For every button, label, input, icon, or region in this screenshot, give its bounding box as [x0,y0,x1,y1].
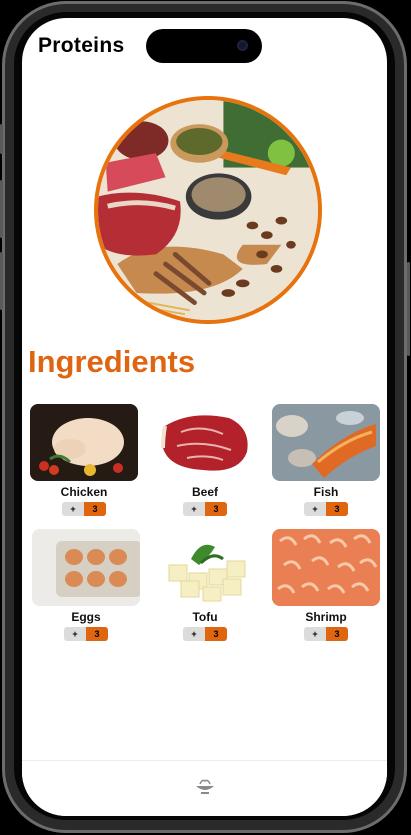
page-title: Proteins [38,34,125,57]
quantity-badge: 3 [326,502,348,516]
add-button[interactable]: + [183,502,205,516]
quantity-stepper: + 3 [62,502,106,516]
ingredient-name: Shrimp [305,610,347,624]
add-button[interactable]: + [62,502,84,516]
dynamic-island [146,29,262,63]
add-button[interactable]: + [64,627,86,641]
quantity-stepper: + 3 [183,502,227,516]
ingredient-name: Beef [191,485,218,499]
side-button [0,180,3,238]
ingredient-image [32,529,140,606]
side-button [0,124,3,154]
ingredient-image [272,529,380,606]
quantity-badge: 3 [86,627,108,641]
quantity-stepper: + 3 [183,627,227,641]
ingredient-name: Tofu [192,610,218,624]
ingredients-heading: Ingredients [28,344,196,379]
quantity-badge: 3 [84,502,106,516]
app-screen: Proteins Ingredients Chicken + 3 Beef + … [22,18,387,816]
bottom-tab-bar [22,760,387,816]
add-button[interactable]: + [183,627,205,641]
ingredient-card-eggs[interactable]: Eggs + 3 [32,529,140,642]
quantity-badge: 3 [205,627,227,641]
add-button[interactable]: + [304,502,326,516]
quantity-stepper: + 3 [64,627,108,641]
quantity-badge: 3 [326,627,348,641]
ingredient-card-tofu[interactable]: Tofu + 3 [151,529,259,642]
food-bowl-icon[interactable] [194,777,216,795]
ingredient-card-fish[interactable]: Fish + 3 [272,404,380,517]
ingredient-card-shrimp[interactable]: Shrimp + 3 [272,529,380,642]
ingredient-image [151,529,259,606]
protein-platter-illustration [98,100,318,320]
side-button [407,262,410,356]
ingredient-name: Chicken [60,485,108,499]
ingredient-image [151,404,259,481]
ingredient-image [272,404,380,481]
quantity-badge: 3 [205,502,227,516]
ingredient-card-chicken[interactable]: Chicken + 3 [30,404,138,517]
ingredient-image [30,404,138,481]
ingredient-card-beef[interactable]: Beef + 3 [151,404,259,517]
camera-icon [237,40,248,51]
quantity-stepper: + 3 [304,627,348,641]
quantity-stepper: + 3 [304,502,348,516]
ingredient-name: Eggs [71,610,101,624]
hero-image [94,96,322,324]
ingredient-name: Fish [313,485,339,499]
add-button[interactable]: + [304,627,326,641]
side-button [0,252,3,310]
